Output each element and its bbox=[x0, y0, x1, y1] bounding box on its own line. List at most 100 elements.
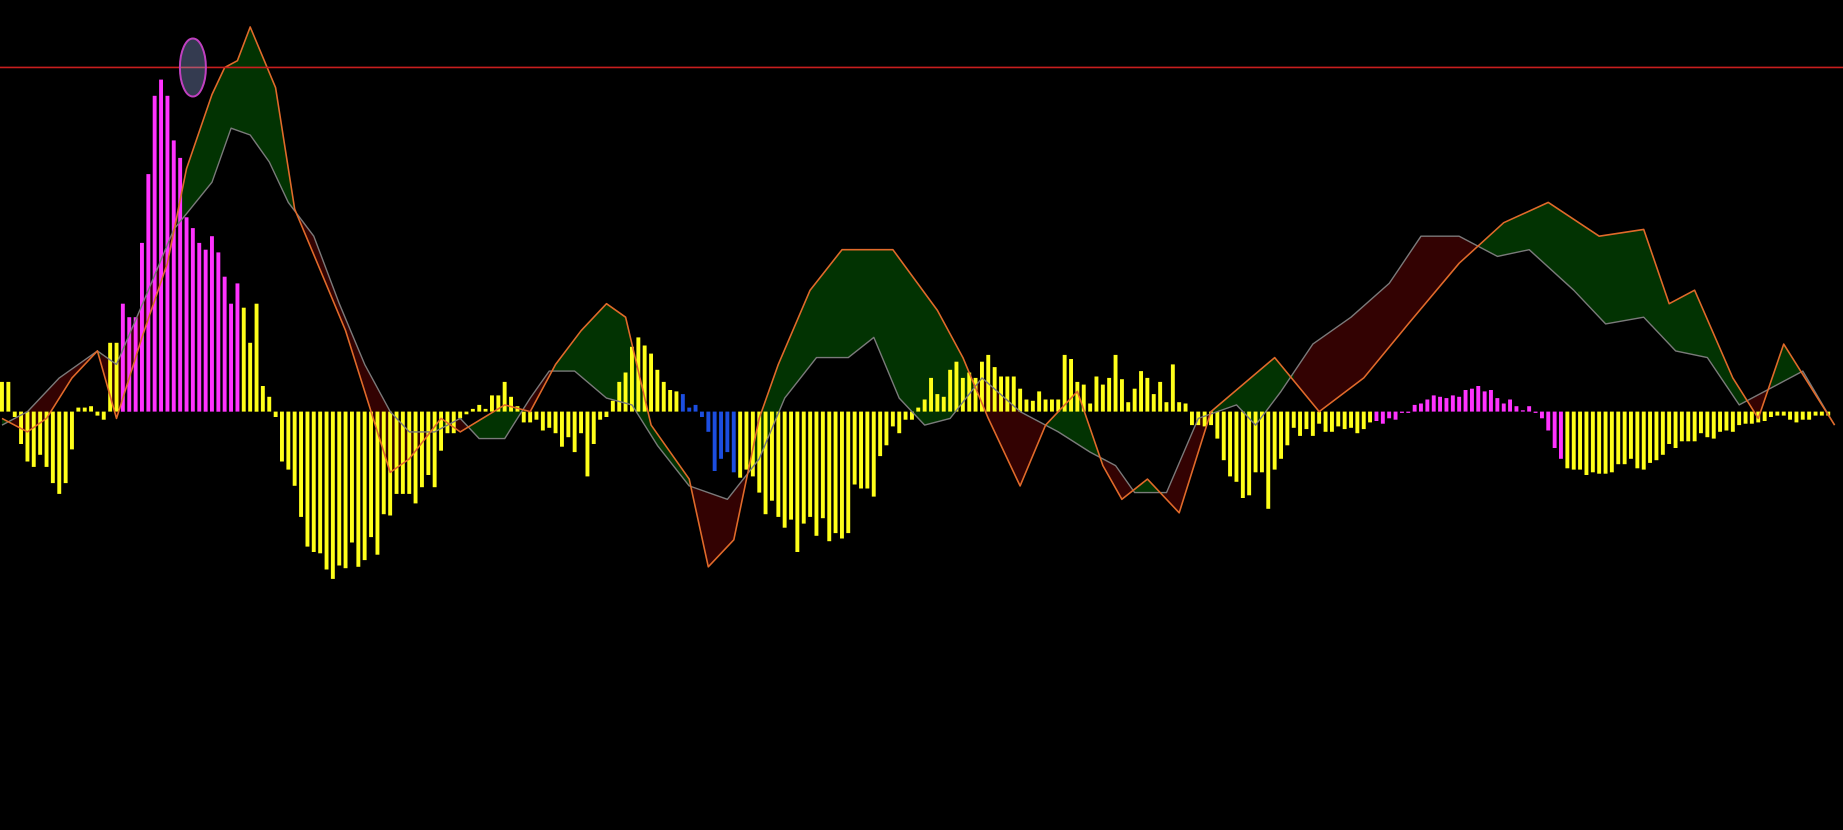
histogram-bar bbox=[738, 411, 743, 478]
histogram-bar bbox=[1431, 395, 1436, 412]
histogram-bar bbox=[1819, 411, 1824, 416]
histogram-bar bbox=[890, 411, 895, 427]
histogram-bar bbox=[1393, 411, 1398, 420]
histogram-bar bbox=[1540, 411, 1544, 419]
histogram-bar bbox=[1501, 403, 1506, 412]
histogram-bar bbox=[197, 242, 202, 412]
histogram-bar bbox=[1743, 411, 1748, 424]
histogram-bar bbox=[101, 411, 106, 420]
histogram-bar bbox=[1705, 411, 1710, 438]
histogram-bar bbox=[1132, 388, 1137, 412]
histogram-bar bbox=[1603, 411, 1608, 474]
histogram-bar bbox=[521, 411, 526, 423]
histogram-bar bbox=[655, 369, 660, 412]
histogram-bar bbox=[490, 395, 494, 412]
histogram-bar bbox=[1769, 411, 1773, 417]
histogram-bar bbox=[1374, 411, 1379, 421]
histogram-bar bbox=[1120, 379, 1124, 412]
histogram-bar bbox=[38, 411, 43, 455]
histogram-bar bbox=[1730, 411, 1735, 432]
histogram-bar bbox=[1043, 399, 1048, 412]
histogram-bar bbox=[1158, 381, 1163, 412]
histogram-bar bbox=[884, 411, 889, 446]
histogram-bar bbox=[591, 411, 596, 444]
histogram-bar bbox=[426, 411, 431, 475]
histogram-bar bbox=[1552, 411, 1557, 448]
histogram-bar bbox=[95, 411, 100, 416]
histogram-bar bbox=[871, 411, 876, 497]
histogram-bar bbox=[1253, 411, 1258, 473]
histogram-bar bbox=[865, 411, 870, 489]
histogram-bar bbox=[1406, 411, 1411, 413]
histogram-bar bbox=[833, 411, 838, 534]
histogram-bar bbox=[241, 307, 246, 412]
histogram-bar bbox=[311, 411, 316, 552]
histogram-bar bbox=[394, 411, 399, 494]
histogram-bar bbox=[1807, 411, 1812, 420]
histogram-bar bbox=[776, 411, 781, 517]
histogram-bar bbox=[617, 381, 622, 412]
histogram-bar bbox=[1139, 371, 1143, 412]
histogram-bar bbox=[1069, 359, 1073, 412]
histogram-bar bbox=[1629, 411, 1633, 459]
histogram-bar bbox=[356, 411, 361, 567]
histogram-bar bbox=[1183, 403, 1188, 412]
histogram-bar bbox=[1215, 411, 1220, 439]
histogram-bar bbox=[712, 411, 717, 471]
histogram-bar bbox=[1018, 388, 1023, 412]
histogram-bar bbox=[560, 411, 564, 447]
histogram-bar bbox=[343, 411, 348, 569]
histogram-bar bbox=[1762, 411, 1767, 421]
histogram-bar bbox=[693, 404, 698, 412]
histogram-bar bbox=[229, 303, 233, 412]
histogram-bar bbox=[216, 252, 221, 412]
histogram-bar bbox=[763, 411, 768, 515]
histogram-bar bbox=[273, 411, 278, 417]
histogram-bar bbox=[1679, 411, 1684, 442]
histogram-bar bbox=[782, 411, 787, 528]
histogram-bar bbox=[6, 381, 11, 412]
histogram-bar bbox=[528, 411, 533, 423]
histogram-bar bbox=[318, 411, 323, 554]
histogram-bar bbox=[668, 390, 673, 412]
histogram-bar bbox=[1126, 402, 1131, 412]
histogram-bar bbox=[82, 407, 87, 412]
histogram-bar bbox=[1240, 411, 1245, 498]
histogram-bar bbox=[330, 411, 335, 579]
histogram-bar bbox=[1724, 411, 1729, 431]
histogram-bar bbox=[1050, 399, 1054, 412]
histogram-bar bbox=[630, 346, 634, 412]
histogram-bar bbox=[1635, 411, 1640, 469]
histogram-bar bbox=[1387, 411, 1392, 419]
histogram-bar bbox=[1221, 411, 1226, 461]
histogram-bar bbox=[598, 411, 603, 420]
histogram-bar bbox=[1457, 396, 1462, 412]
histogram-bar bbox=[1520, 410, 1525, 412]
histogram-bar bbox=[1463, 390, 1468, 412]
histogram-bar bbox=[954, 361, 959, 412]
histogram-bar bbox=[114, 342, 119, 412]
histogram-bar bbox=[846, 411, 851, 534]
histogram-bar bbox=[369, 411, 373, 538]
histogram-bar bbox=[903, 411, 908, 420]
histogram-bar bbox=[388, 411, 393, 516]
histogram-bar bbox=[1380, 411, 1385, 424]
histogram-bar bbox=[1005, 376, 1010, 412]
histogram-bar bbox=[922, 399, 927, 412]
histogram-bar bbox=[292, 411, 297, 486]
histogram-bar bbox=[1107, 377, 1112, 412]
histogram-bar bbox=[941, 396, 946, 412]
histogram-bar bbox=[413, 411, 418, 504]
histogram-bar bbox=[362, 411, 367, 561]
histogram-bar bbox=[1565, 411, 1570, 469]
histogram-bar bbox=[1597, 411, 1602, 474]
histogram-bar bbox=[260, 386, 265, 412]
histogram-bar bbox=[789, 411, 793, 520]
histogram-bar bbox=[680, 394, 685, 412]
histogram-bar bbox=[12, 411, 17, 417]
macd-chart bbox=[0, 0, 1843, 830]
histogram-bar bbox=[572, 411, 577, 453]
histogram-bar bbox=[1470, 388, 1474, 412]
histogram-bar bbox=[280, 411, 284, 462]
histogram-bar bbox=[1514, 406, 1519, 412]
